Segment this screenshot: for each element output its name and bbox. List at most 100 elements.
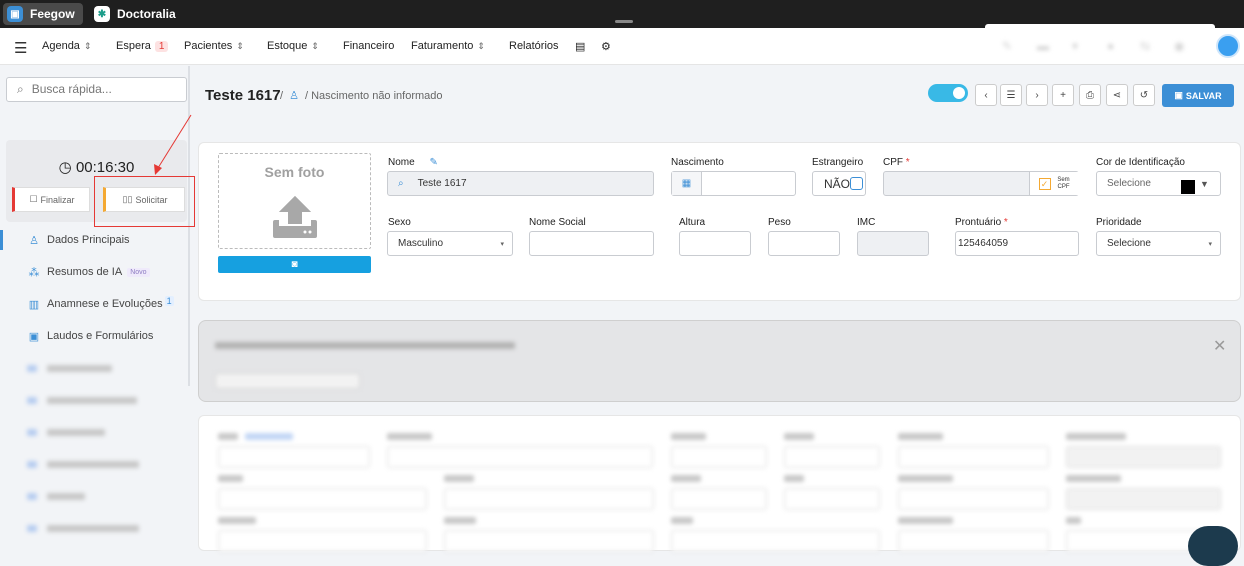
finalizar-button[interactable]: ☐ Finalizar [12, 187, 90, 212]
prontuario-input[interactable]: 125464059 [955, 231, 1079, 256]
drag-handle[interactable] [615, 20, 633, 23]
settings-gear-icon[interactable]: ⚙ [601, 40, 611, 53]
save-button[interactable]: ▣ SALVAR [1162, 84, 1234, 107]
nome-input[interactable]: ⌕ Teste 1617 [387, 171, 654, 196]
close-icon[interactable]: ✕ [1213, 336, 1226, 356]
upload-icon [273, 196, 317, 238]
nome-label-text: Nome [388, 157, 415, 168]
quick-search-input[interactable]: ⌕ Busca rápida... [6, 77, 187, 102]
share-button[interactable]: ⋖ [1106, 84, 1128, 106]
sem-cpf-toggle[interactable]: ✓ Sem CPF [1029, 172, 1079, 195]
settings-icon[interactable]: ◉ [1174, 39, 1184, 53]
hamburger-menu-icon[interactable]: ☰ [14, 39, 27, 57]
peso-input[interactable] [768, 231, 840, 256]
previous-button[interactable]: ‹ [975, 84, 997, 106]
save-label: SALVAR [1185, 90, 1222, 101]
nav-financeiro-label: Financeiro [343, 40, 395, 52]
square-icon: ☐ [29, 194, 38, 204]
peso-label: Peso [768, 217, 791, 228]
share-icon: ⋖ [1112, 89, 1122, 101]
nome-label: Nome ✎ [388, 157, 438, 168]
count-badge: 1 [164, 296, 174, 306]
color-swatch [1181, 180, 1195, 194]
clipboard-icon: ▣ [28, 330, 40, 343]
altura-input[interactable] [679, 231, 751, 256]
sidebar-item-anamnese[interactable]: ▥ Anamnese e Evoluções 1 [0, 294, 188, 314]
imc-label: IMC [857, 217, 876, 228]
quick-search-placeholder: Busca rápida... [31, 82, 112, 96]
checkbox[interactable] [850, 177, 864, 190]
timer-value: 00:16:30 [75, 159, 135, 176]
prioridade-value: Selecione [1107, 238, 1151, 249]
check-icon: ✓ [1038, 177, 1051, 190]
nav-relatorios-label: Relatórios [509, 40, 559, 52]
nav-agenda[interactable]: Agenda ⇕ [42, 40, 91, 52]
espera-count-badge: 1 [154, 41, 169, 52]
history-button[interactable]: ↺ [1133, 84, 1155, 106]
birth-info: Nascimento não informado [311, 90, 443, 102]
plus-icon: + [1060, 89, 1066, 101]
edit-icon[interactable]: ✎ [429, 157, 437, 168]
sexo-select[interactable]: Masculino ▾ [387, 231, 513, 256]
nascimento-input[interactable]: ▦ [671, 171, 796, 196]
pen-icon[interactable]: ✎ [1002, 39, 1012, 53]
chat-widget-button[interactable] [1188, 526, 1238, 566]
filter-icon[interactable]: ▾ [1072, 39, 1078, 53]
estrangeiro-toggle[interactable]: NÃO [812, 171, 866, 196]
sidebar-item-laudos[interactable]: ▣ Laudos e Formulários [0, 326, 188, 346]
nav-pacientes-label: Pacientes [184, 40, 233, 52]
sidebar-item-resumos-ia[interactable]: ⁂ Resumos de IA Novo [0, 262, 188, 282]
notification-icon[interactable]: ● [1107, 39, 1114, 53]
add-button[interactable]: + [1052, 84, 1074, 106]
required-marker: * [1003, 217, 1008, 228]
nascimento-label: Nascimento [671, 157, 724, 168]
nav-relatorios[interactable]: Relatórios [509, 40, 559, 52]
search-icon: ⌕ [17, 82, 24, 96]
tab-feegow-label: Feegow [30, 7, 75, 21]
chevron-updown-icon: ⇕ [236, 41, 244, 51]
imc-input [857, 231, 929, 256]
annotation-arrow [154, 114, 192, 175]
no-photo-label: Sem foto [264, 164, 325, 180]
swap-icon[interactable]: ⇆ [1140, 39, 1150, 53]
tab-doctoralia[interactable]: ✱ Doctoralia [90, 3, 184, 25]
prioridade-select[interactable]: Selecione ▾ [1096, 231, 1221, 256]
nav-financeiro[interactable]: Financeiro [343, 40, 394, 52]
nome-social-input[interactable] [529, 231, 654, 256]
photo-upload-area[interactable]: Sem foto [218, 153, 371, 249]
cpf-label: CPF * [883, 157, 910, 168]
caret-down-icon: ▾ [1208, 240, 1212, 248]
sidebar-item-label: Dados Principais [47, 234, 130, 246]
sidebar-item-label: Resumos de IA [47, 266, 123, 278]
cor-label: Cor de Identificação [1096, 157, 1185, 168]
next-button[interactable]: › [1026, 84, 1048, 106]
list-button[interactable]: ☰ [1000, 84, 1022, 106]
nav-espera[interactable]: Espera 1 [116, 40, 169, 52]
required-marker: * [905, 157, 910, 168]
tab-feegow[interactable]: ▣ Feegow [3, 3, 83, 25]
search-icon: ⌕ [398, 178, 404, 189]
chat-icon[interactable]: ▬ [1037, 39, 1049, 53]
main-nav: ☰ Agenda ⇕ Espera 1 Pacientes ⇕ Estoque ⇕ Fi… [0, 28, 1244, 65]
nav-pacientes[interactable]: Pacientes ⇕ [184, 40, 244, 52]
nav-faturamento[interactable]: Faturamento ⇕ [411, 40, 485, 52]
camera-icon: ◙ [291, 259, 298, 270]
highlight-box [94, 176, 195, 227]
nav-estoque-label: Estoque [267, 40, 308, 52]
caret-down-icon: ▼ [1200, 178, 1209, 189]
sidebar-item-dados-principais[interactable]: ♙ Dados Principais [0, 230, 188, 250]
cor-select[interactable]: Selecione ▼ [1096, 171, 1221, 196]
nav-agenda-label: Agenda [42, 40, 80, 52]
finalizar-label: Finalizar [40, 194, 75, 205]
nav-espera-label: Espera [116, 40, 151, 52]
nav-estoque[interactable]: Estoque ⇕ [267, 40, 319, 52]
print-button[interactable]: ⎙ [1079, 84, 1101, 106]
caret-down-icon: ▾ [500, 240, 504, 248]
status-toggle[interactable] [928, 84, 968, 102]
user-avatar[interactable] [1216, 34, 1240, 58]
database-icon[interactable]: ▤ [575, 40, 585, 53]
cpf-input[interactable]: ✓ Sem CPF [883, 171, 1079, 196]
camera-button[interactable]: ◙ [218, 256, 371, 273]
prontuario-label-text: Prontuário [955, 217, 1002, 228]
user-icon: ♙ [289, 90, 299, 102]
